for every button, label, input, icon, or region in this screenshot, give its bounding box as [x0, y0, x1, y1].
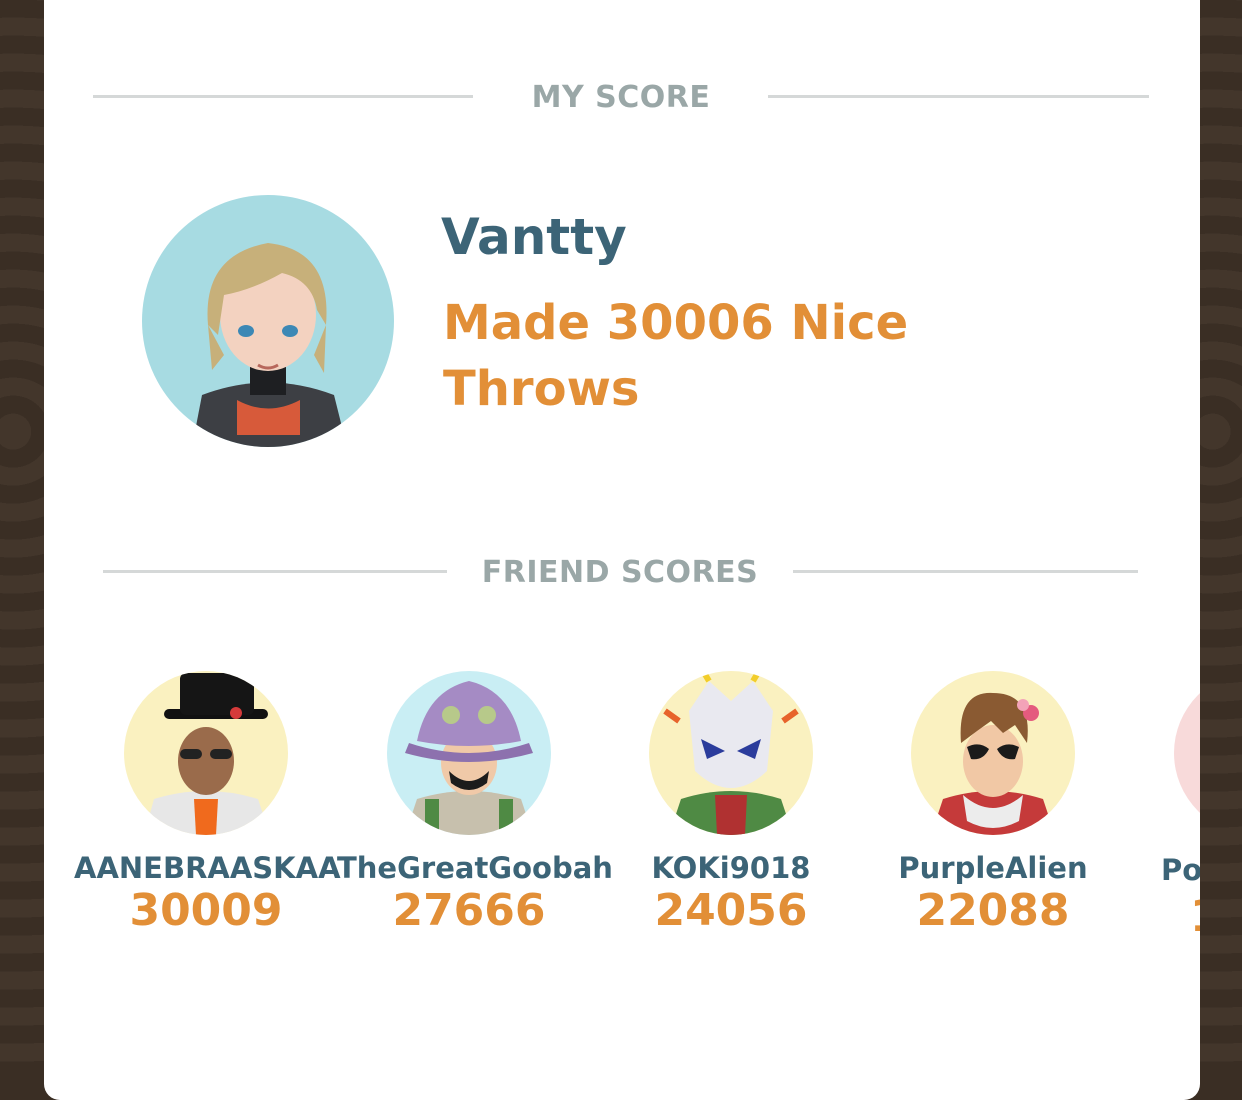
trainer-buckethat-avatar-icon: [405, 681, 533, 835]
divider-left: [93, 95, 473, 98]
player-score-text: Made 30006 Nice Throws: [443, 295, 909, 417]
friend-name: TheGreatGoobah: [337, 851, 613, 885]
friend-card[interactable]: KOKi9018 24056: [599, 671, 863, 936]
friend-name: KOKi9018: [651, 851, 811, 885]
my-score-header: MY SCORE: [531, 80, 711, 115]
friend-score: 30009: [129, 885, 283, 936]
divider-right: [793, 570, 1138, 573]
trainer-avatar-icon: [192, 243, 347, 447]
friend-card[interactable]: PurpleAlien 22088: [861, 671, 1125, 936]
player-name: Vantty: [441, 208, 627, 266]
friend-avatar: [124, 671, 288, 835]
divider-left: [103, 570, 447, 573]
friend-card-partial[interactable]: Po 1: [1160, 671, 1200, 1001]
trainer-tophat-avatar-icon: [144, 673, 270, 835]
trainer-mask-avatar-icon: [663, 671, 799, 835]
trainer-sunglasses-avatar-icon: [931, 692, 1055, 835]
friend-avatar: [911, 671, 1075, 835]
friend-avatar: [387, 671, 551, 835]
background-right: [1200, 0, 1242, 1079]
friend-avatar: [1174, 671, 1200, 835]
background-left: [0, 0, 44, 1079]
friend-score: 22088: [916, 885, 1070, 936]
friend-name: PurpleAlien: [898, 851, 1088, 885]
player-avatar[interactable]: [142, 195, 394, 447]
friend-card[interactable]: TheGreatGoobah 27666: [337, 671, 613, 936]
friend-name: Po: [1161, 853, 1200, 887]
friend-score: 1: [1190, 891, 1200, 942]
friend-avatar: [649, 671, 813, 835]
friend-score: 24056: [654, 885, 808, 936]
divider-right: [768, 95, 1149, 98]
friend-score: 27666: [392, 885, 546, 936]
friend-name: AANEBRAASKAA: [74, 851, 341, 885]
friend-scores-header: FRIEND SCORES: [481, 555, 759, 590]
friend-card[interactable]: AANEBRAASKAA 30009: [74, 671, 341, 936]
